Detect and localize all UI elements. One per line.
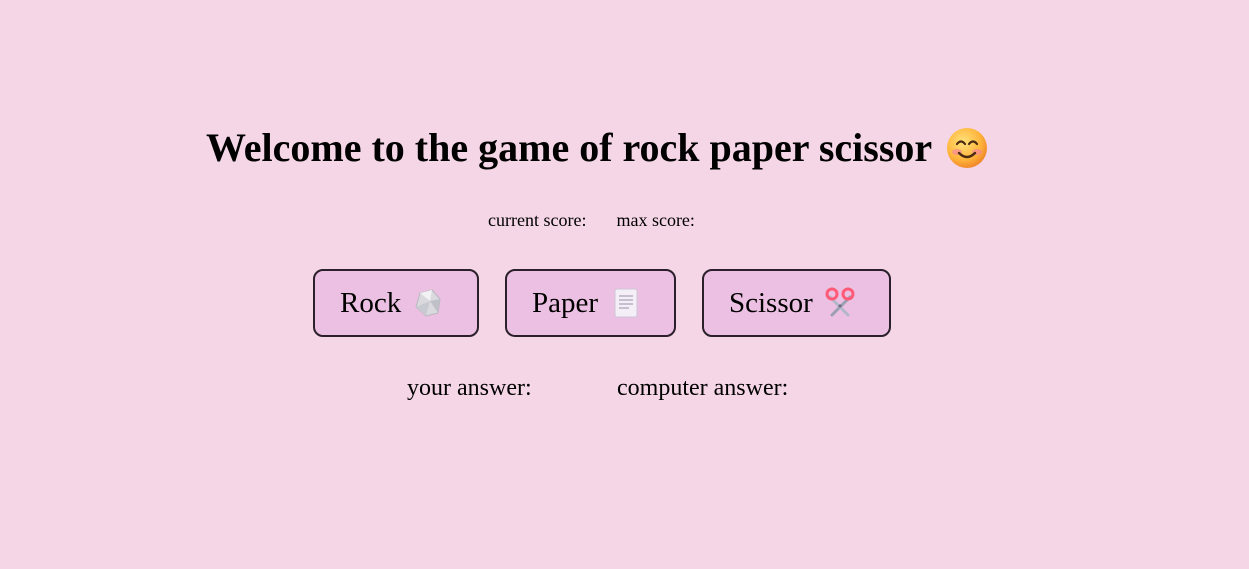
computer-answer: computer answer:: [617, 375, 788, 402]
scissor-button[interactable]: Scissor: [702, 269, 891, 337]
scissor-button-label: Scissor: [729, 286, 813, 319]
smiling-face-icon: [946, 127, 988, 169]
scissors-icon: [824, 287, 856, 319]
rock-button[interactable]: Rock: [313, 269, 479, 337]
paper-button-label: Paper: [532, 286, 599, 319]
score-display: current score: max score:: [488, 210, 695, 231]
your-answer-label: your answer:: [407, 375, 532, 401]
max-score-label: max score:: [616, 210, 695, 230]
max-score: max score:: [616, 210, 694, 231]
page-title: Welcome to the game of rock paper scisso…: [206, 125, 933, 170]
answers-display: your answer: computer answer:: [407, 375, 788, 402]
current-score-label: current score:: [488, 210, 587, 230]
page-icon: [609, 287, 641, 319]
your-answer: your answer:: [407, 375, 617, 402]
rock-button-label: Rock: [340, 286, 402, 319]
choice-buttons: Rock Paper Scissor: [313, 269, 891, 337]
computer-answer-label: computer answer:: [617, 375, 789, 401]
rock-icon: [412, 287, 444, 319]
current-score: current score:: [488, 210, 586, 231]
paper-button[interactable]: Paper: [505, 269, 676, 337]
header: Welcome to the game of rock paper scisso…: [206, 122, 988, 174]
